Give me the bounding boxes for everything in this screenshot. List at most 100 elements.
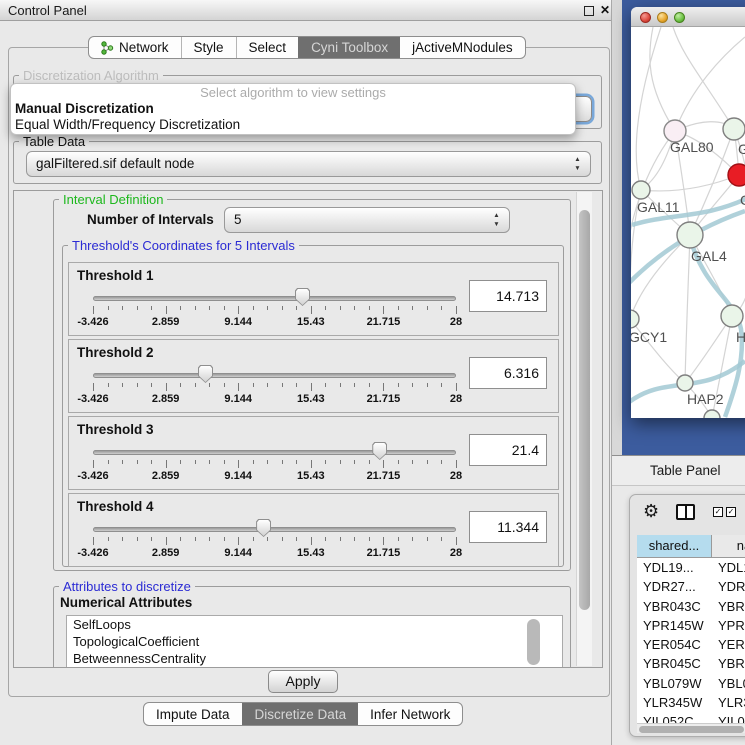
tick-mark bbox=[383, 306, 384, 314]
network-node-label: HAP2 bbox=[687, 391, 724, 407]
slider-thumb-face bbox=[257, 520, 270, 536]
tick-mark bbox=[325, 460, 326, 464]
tick-mark bbox=[108, 537, 109, 541]
checkbox-icon[interactable]: ✓ bbox=[713, 507, 723, 517]
threshold-value-input[interactable]: 6.316 bbox=[469, 357, 547, 389]
tick-mark bbox=[180, 537, 181, 541]
network-edge[interactable] bbox=[732, 129, 745, 316]
apply-button[interactable]: Apply bbox=[268, 670, 338, 693]
network-edge[interactable] bbox=[636, 27, 661, 190]
network-edge[interactable] bbox=[675, 37, 745, 131]
table-column-header[interactable]: na bbox=[712, 535, 745, 558]
dropdown-prompt-item[interactable]: Select algorithm to view settings bbox=[11, 85, 575, 101]
tab-select[interactable]: Select bbox=[236, 37, 299, 58]
table-data-combo[interactable]: galFiltered.sif default node ▲▼ bbox=[26, 151, 591, 177]
threshold-value-input[interactable]: 11.344 bbox=[469, 511, 547, 543]
table-row[interactable]: YER054CYER0 bbox=[637, 635, 745, 654]
network-node-ga[interactable] bbox=[723, 118, 745, 140]
attribute-list-item[interactable]: TopologicalCoefficient bbox=[67, 633, 562, 650]
network-view-window: GAL80GACGAL11GAL4GCY1HHAP2 bbox=[631, 7, 745, 418]
table-cell: YDR27... bbox=[637, 577, 712, 596]
slider-ticks bbox=[93, 383, 456, 392]
split-pane-divider[interactable] bbox=[612, 0, 622, 455]
attributes-list-scrollbar[interactable] bbox=[527, 619, 540, 665]
attribute-list-item[interactable]: BetweennessCentrality bbox=[67, 650, 562, 667]
number-of-intervals-combo[interactable]: 5 ▲▼ bbox=[224, 207, 510, 233]
tab-impute-data[interactable]: Impute Data bbox=[144, 703, 242, 725]
table-hscrollbar-thumb[interactable] bbox=[639, 726, 744, 733]
tick-mark bbox=[253, 383, 254, 387]
network-node-label: GAL11 bbox=[637, 199, 680, 215]
tab-discretize-data[interactable]: Discretize Data bbox=[242, 703, 359, 725]
tick-mark bbox=[456, 537, 457, 545]
table-row[interactable]: YBR043CYBR0 bbox=[637, 597, 745, 616]
network-node-gcy1[interactable] bbox=[631, 310, 639, 328]
table-hscrollbar-track[interactable] bbox=[637, 723, 745, 733]
tab-jactivemnodules[interactable]: jActiveMNodules bbox=[400, 37, 525, 58]
network-node[interactable] bbox=[704, 410, 720, 418]
tab-infer-network[interactable]: Infer Network bbox=[358, 703, 462, 725]
slider-scale-label: 21.715 bbox=[367, 393, 401, 405]
table-row[interactable]: YDR27...YDR2 bbox=[637, 577, 745, 596]
panel-scrollbar-track[interactable] bbox=[576, 192, 592, 666]
table-row[interactable]: YDL19...YDL1 bbox=[637, 558, 745, 577]
network-edge[interactable] bbox=[685, 235, 690, 383]
minimize-traffic-light-icon[interactable] bbox=[657, 12, 668, 23]
panel-scrollbar-thumb[interactable] bbox=[579, 210, 590, 610]
threshold-slider-track[interactable] bbox=[93, 450, 456, 455]
table-row[interactable]: YLR345WYLR3 bbox=[637, 693, 745, 712]
network-node-c[interactable] bbox=[728, 164, 745, 186]
network-edge[interactable] bbox=[641, 175, 739, 191]
network-edge[interactable] bbox=[631, 235, 690, 319]
tab-style[interactable]: Style bbox=[181, 37, 236, 58]
float-window-icon[interactable] bbox=[584, 6, 594, 16]
network-node-h[interactable] bbox=[721, 305, 743, 327]
table-column-header[interactable]: shared... bbox=[637, 535, 712, 558]
tick-mark bbox=[383, 537, 384, 545]
threshold-value-input[interactable]: 14.713 bbox=[469, 280, 547, 312]
tick-mark bbox=[311, 460, 312, 468]
threshold-slider-track[interactable] bbox=[93, 373, 456, 378]
table-cell: YBL0 bbox=[712, 674, 745, 693]
right-pane: GAL80GACGAL11GAL4GCY1HHAP2 Table Panel ⚙… bbox=[612, 0, 745, 745]
slider-scale-label: 9.144 bbox=[224, 547, 252, 559]
attributes-group-title: Attributes to discretize bbox=[59, 579, 195, 594]
table-row[interactable]: YBL079WYBL0 bbox=[637, 674, 745, 693]
checkbox-icon[interactable]: ✓ bbox=[726, 507, 736, 517]
close-icon[interactable]: ✕ bbox=[599, 3, 611, 18]
dropdown-option-equal-width[interactable]: Equal Width/Frequency Discretization bbox=[11, 117, 575, 133]
table-row[interactable]: YPR145WYPR1 bbox=[637, 616, 745, 635]
tick-mark bbox=[122, 383, 123, 387]
threshold-value-input[interactable]: 21.4 bbox=[469, 434, 547, 466]
tab-cyni-toolbox[interactable]: Cyni Toolbox bbox=[298, 37, 400, 58]
table-row[interactable]: YBR045CYBR0 bbox=[637, 654, 745, 673]
tick-mark bbox=[427, 537, 428, 541]
tick-mark bbox=[166, 383, 167, 391]
slider-scale-label: -3.426 bbox=[77, 316, 108, 328]
table-cell: YBR045C bbox=[637, 654, 712, 673]
threshold-slider-track[interactable] bbox=[93, 527, 456, 532]
threshold-slider-track[interactable] bbox=[93, 296, 456, 301]
attribute-list-item[interactable]: SelfLoops bbox=[67, 616, 562, 633]
tab-network[interactable]: Network bbox=[89, 37, 181, 58]
network-canvas[interactable]: GAL80GACGAL11GAL4GCY1HHAP2 bbox=[631, 27, 745, 418]
slider-scale-label: -3.426 bbox=[77, 547, 108, 559]
network-window-titlebar[interactable] bbox=[631, 7, 745, 27]
tick-mark bbox=[195, 460, 196, 464]
network-node-hap2[interactable] bbox=[677, 375, 693, 391]
network-node-gal4[interactable] bbox=[677, 222, 703, 248]
split-view-icon[interactable] bbox=[676, 504, 695, 520]
threshold-slider-thumb[interactable] bbox=[198, 365, 213, 383]
network-node-label: GA bbox=[738, 141, 745, 157]
threshold-slider-thumb[interactable] bbox=[372, 442, 387, 460]
control-panel-titlebar: Control Panel ✕ bbox=[0, 0, 611, 21]
dropdown-option-manual[interactable]: Manual Discretization bbox=[11, 101, 575, 117]
close-traffic-light-icon[interactable] bbox=[640, 12, 651, 23]
tick-mark bbox=[325, 383, 326, 387]
gear-icon[interactable]: ⚙ bbox=[643, 501, 659, 521]
zoom-traffic-light-icon[interactable] bbox=[674, 12, 685, 23]
threshold-slider-thumb[interactable] bbox=[256, 519, 271, 537]
network-edge[interactable] bbox=[650, 27, 675, 131]
network-node-gal11[interactable] bbox=[632, 181, 650, 199]
threshold-slider-thumb[interactable] bbox=[295, 288, 310, 306]
